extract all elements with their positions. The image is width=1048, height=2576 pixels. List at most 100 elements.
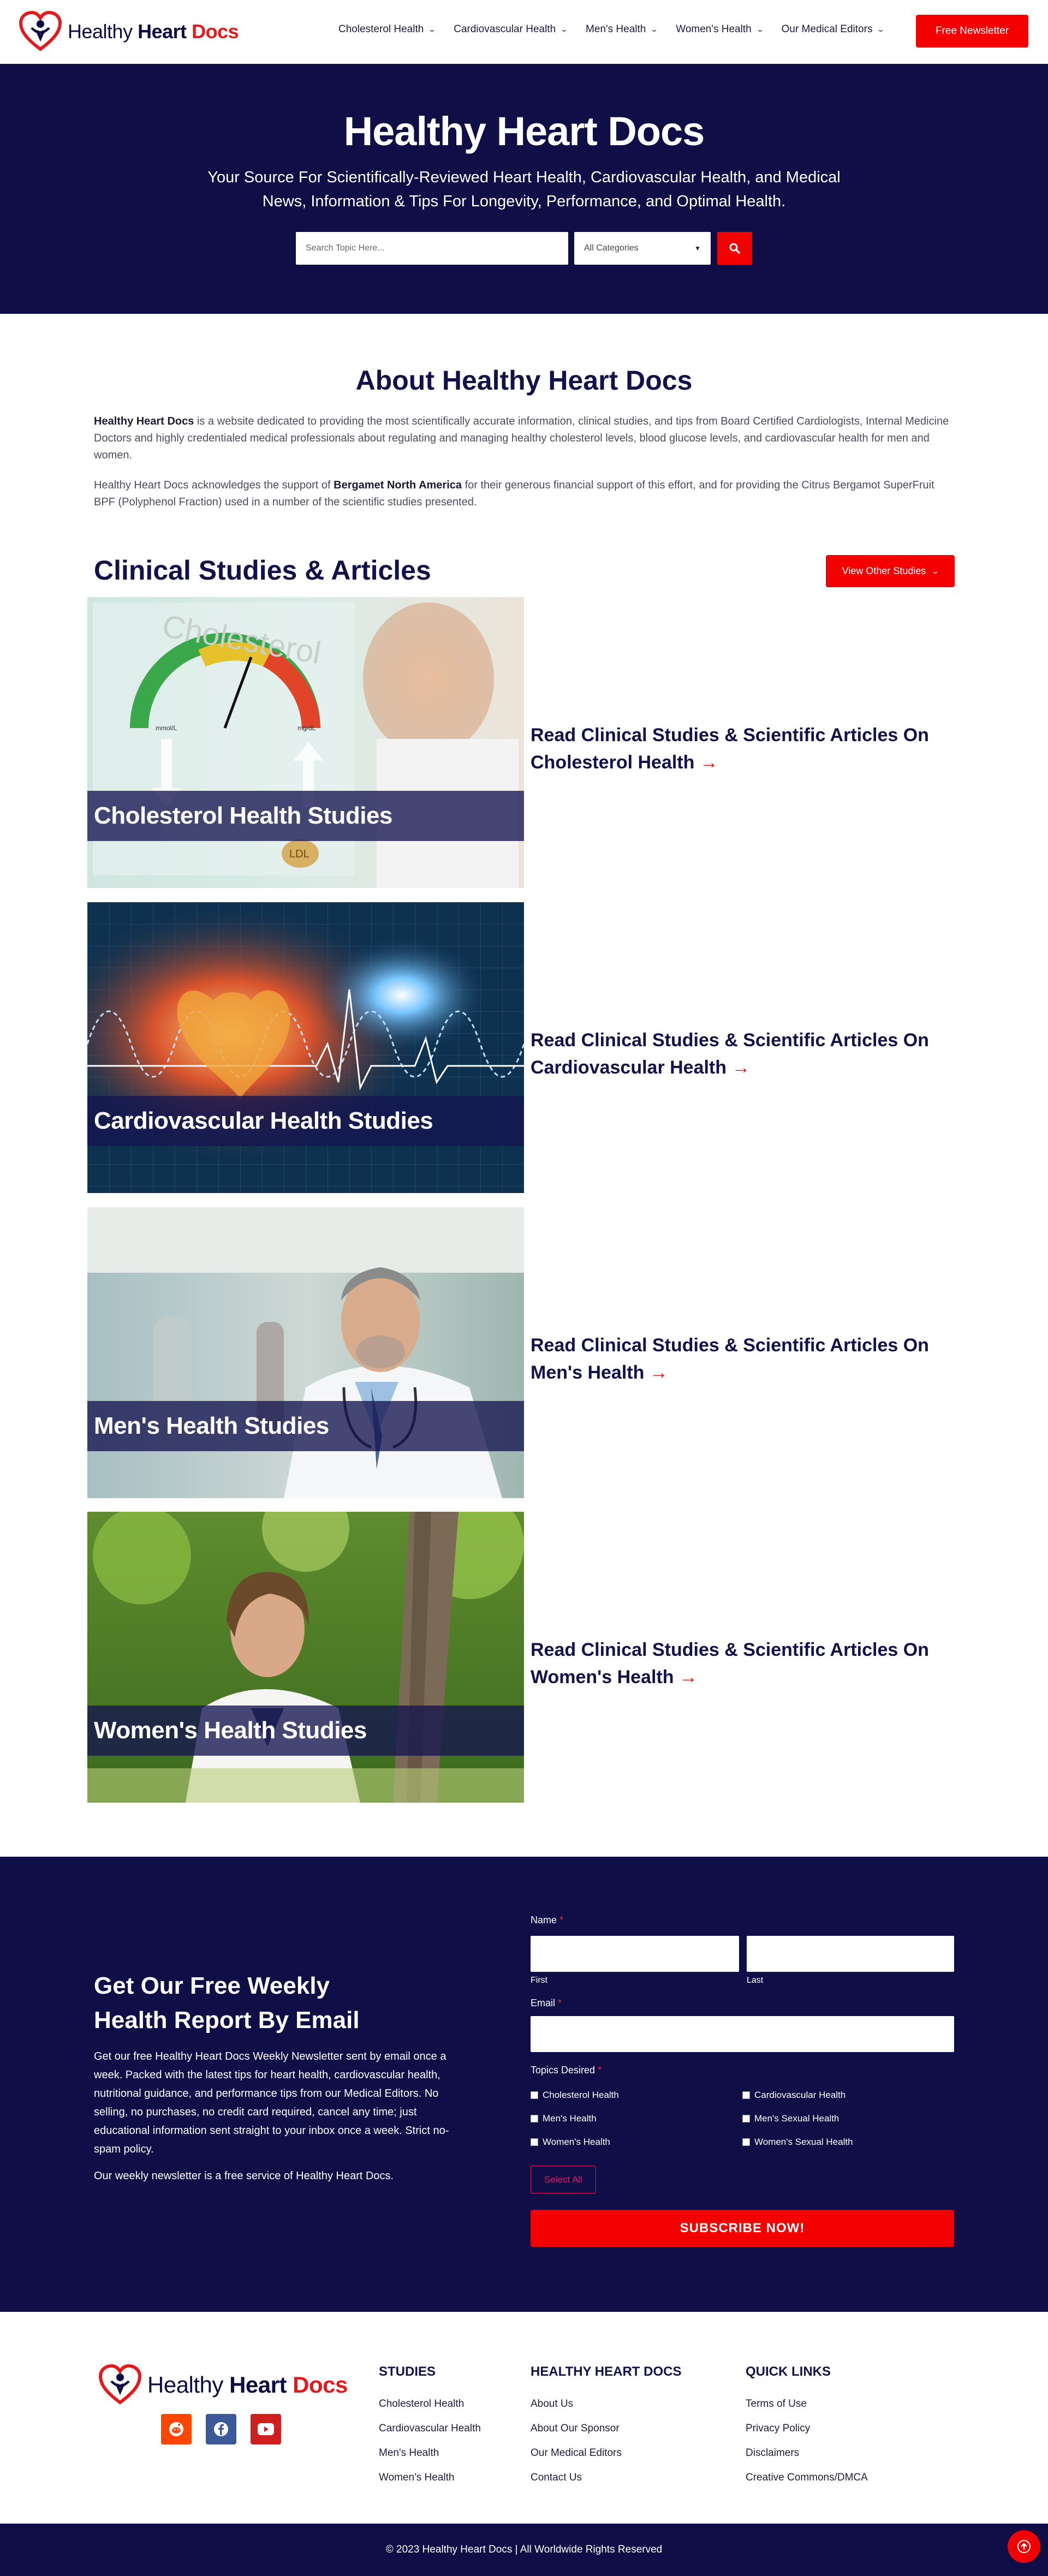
topic-checkbox-mens-health[interactable]: Men's Health [531, 2113, 597, 2124]
logo-text-part1: Healthy [68, 20, 138, 43]
last-name-field[interactable] [747, 1936, 954, 1972]
cholesterol-gauge-image: Cholesterol mmol/L mg/dL LDL [87, 597, 524, 888]
study-label: Cholesterol Health Studies [87, 791, 524, 841]
footer-col-quick-links: QUICK LINKS Terms of Use Privacy Policy … [746, 2364, 868, 2490]
category-select[interactable]: All Categories ▼ [574, 232, 711, 265]
study-label: Women's Health Studies [87, 1706, 524, 1756]
study-link-cholesterol[interactable]: Read Clinical Studies & Scientific Artic… [531, 721, 967, 776]
reddit-icon[interactable] [161, 2414, 192, 2444]
subscribe-button[interactable]: SUBSCRIBE NOW! [531, 2210, 954, 2247]
chevron-down-icon: ⌄ [755, 25, 764, 33]
about-paragraph-1: Healthy Heart Docs is a website dedicate… [94, 415, 949, 461]
footer-col-about: HEALTHY HEART DOCS About Us About Our Sp… [531, 2364, 681, 2490]
checkbox[interactable] [742, 2115, 750, 2122]
email-field[interactable] [531, 2016, 954, 2052]
gauge-unit-right: mg/dL [297, 724, 316, 732]
nav-item-medical-editors[interactable]: Our Medical Editors ⌄ [782, 23, 885, 35]
topic-checkbox-womens-sexual-health[interactable]: Women's Sexual Health [742, 2137, 853, 2148]
study-link-womens-health[interactable]: Read Clinical Studies & Scientific Artic… [531, 1636, 967, 1691]
site-logo[interactable]: Healthy Heart Docs [19, 11, 239, 52]
about-title: About Healthy Heart Docs [355, 365, 693, 396]
nav-item-cholesterol[interactable]: Cholesterol Health ⌄ [338, 23, 436, 35]
topic-checkbox-mens-sexual-health[interactable]: Men's Sexual Health [742, 2113, 839, 2124]
main-nav: Cholesterol Health ⌄ Cardiovascular Healt… [338, 23, 885, 35]
topic-checkbox-cholesterol[interactable]: Cholesterol Health [531, 2090, 619, 2101]
footer-link[interactable]: Women's Health [379, 2465, 481, 2490]
arrow-up-icon [1017, 2540, 1031, 2553]
female-doctor-image [87, 1512, 524, 1803]
chevron-down-icon: ⌄ [931, 567, 940, 575]
gauge-unit-left: mmol/L [156, 724, 177, 732]
study-card-cholesterol[interactable]: Cholesterol mmol/L mg/dL LDL Cholesterol… [87, 597, 524, 888]
view-other-studies-button[interactable]: View Other Studies ⌄ [826, 555, 955, 587]
search-input[interactable] [296, 232, 568, 265]
arrow-right-icon: → [699, 752, 718, 773]
footer-col-studies: STUDIES Cholesterol Health Cardiovascula… [379, 2364, 481, 2490]
footer-link[interactable]: Cardiovascular Health [379, 2416, 481, 2441]
logo-text-part3: Docs [186, 20, 239, 43]
category-select-value: All Categories [584, 243, 639, 253]
checkbox[interactable] [531, 2138, 538, 2146]
free-newsletter-button[interactable]: Free Newsletter [916, 15, 1028, 47]
topics-label: Topics Desired * [531, 2065, 602, 2076]
checkbox[interactable] [531, 2091, 538, 2099]
social-links [161, 2414, 281, 2444]
footer-link[interactable]: Our Medical Editors [531, 2441, 681, 2465]
about-paragraph-2: Healthy Heart Docs acknowledges the supp… [94, 479, 934, 508]
search-button[interactable] [717, 232, 752, 265]
nav-item-cardiovascular[interactable]: Cardiovascular Health ⌄ [454, 23, 569, 35]
study-card-womens-health[interactable]: Women's Health Studies [87, 1512, 524, 1803]
study-card-cardiovascular[interactable]: Cardiovascular Health Studies [87, 902, 524, 1193]
topic-checkbox-womens-health[interactable]: Women's Health [531, 2137, 610, 2148]
footer-link[interactable]: Creative Commons/DMCA [746, 2465, 868, 2490]
email-label: Email * [531, 1997, 562, 2008]
checkbox[interactable] [742, 2091, 750, 2099]
chevron-down-icon: ⌄ [650, 25, 659, 33]
checkbox[interactable] [742, 2138, 750, 2146]
footer-col-title: HEALTHY HEART DOCS [531, 2364, 682, 2379]
chevron-down-icon: ⌄ [559, 25, 569, 33]
footer-link[interactable]: About Our Sponsor [531, 2416, 681, 2441]
footer-logo[interactable]: Healthy Heart Docs [98, 2364, 348, 2406]
name-label: Name * [531, 1915, 564, 1925]
nav-item-womens-health[interactable]: Women's Health ⌄ [676, 23, 764, 35]
checkbox[interactable] [531, 2115, 538, 2122]
study-link-mens-health[interactable]: Read Clinical Studies & Scientific Artic… [531, 1332, 967, 1386]
footer-link[interactable]: Cholesterol Health [379, 2392, 481, 2416]
footer-link[interactable]: Privacy Policy [746, 2416, 868, 2441]
hero-banner: Healthy Heart Docs Your Source For Scien… [0, 64, 1048, 314]
arrow-right-icon: → [678, 1667, 698, 1687]
nav-item-mens-health[interactable]: Men's Health ⌄ [586, 23, 659, 35]
footer-link[interactable]: Men's Health [379, 2441, 481, 2465]
male-doctor-image [87, 1207, 524, 1498]
caret-down-icon: ▼ [694, 245, 701, 252]
footer-col-title: QUICK LINKS [746, 2364, 831, 2379]
footer-link[interactable]: Terms of Use [746, 2392, 868, 2416]
footer-link[interactable]: Contact Us [531, 2465, 681, 2490]
studies-title: Clinical Studies & Articles [94, 555, 431, 586]
topic-checkbox-cardiovascular[interactable]: Cardiovascular Health [742, 2090, 845, 2101]
facebook-icon[interactable] [206, 2414, 236, 2444]
footer-col-title: STUDIES [379, 2364, 436, 2379]
study-label: Men's Health Studies [87, 1401, 524, 1451]
select-all-button[interactable]: Select All [531, 2166, 596, 2193]
copyright-bar: © 2023 Healthy Heart Docs | All Worldwid… [0, 2524, 1048, 2576]
search-icon [729, 243, 740, 254]
footer-link[interactable]: About Us [531, 2392, 681, 2416]
hero-subtitle: Your Source For Scientifically-Reviewed … [207, 169, 841, 210]
youtube-icon[interactable] [251, 2414, 281, 2444]
first-name-sublabel: First [531, 1976, 548, 1985]
last-name-sublabel: Last [747, 1976, 764, 1985]
scroll-to-top-button[interactable] [1008, 2530, 1040, 2563]
site-header: Healthy Heart Docs Cholesterol Health ⌄ C… [0, 0, 1048, 64]
study-card-mens-health[interactable]: Men's Health Studies [87, 1207, 524, 1498]
study-link-cardiovascular[interactable]: Read Clinical Studies & Scientific Artic… [531, 1027, 967, 1081]
copyright-text: © 2023 Healthy Heart Docs | All Worldwid… [385, 2544, 663, 2555]
footer-link[interactable]: Disclaimers [746, 2441, 868, 2465]
heart-logo-icon [19, 11, 62, 51]
logo-text-part2: Heart [138, 20, 187, 43]
cardiovascular-heart-image [87, 902, 524, 1193]
first-name-field[interactable] [531, 1936, 739, 1972]
pill-ldl-label: LDL [289, 848, 309, 860]
chevron-down-icon: ⌄ [877, 25, 885, 33]
